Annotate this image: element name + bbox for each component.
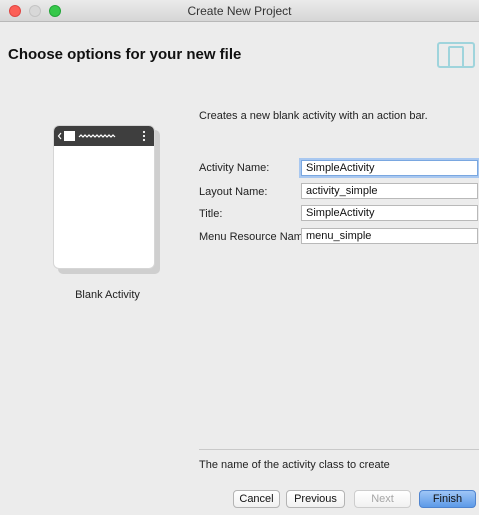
menu-resource-name-label: Menu Resource Name: <box>199 231 313 243</box>
template-preview[interactable] <box>54 126 154 268</box>
preview-action-bar <box>54 126 154 146</box>
next-button[interactable]: Next <box>354 490 411 508</box>
layout-name-label: Layout Name: <box>199 186 268 198</box>
title-input[interactable] <box>301 205 478 221</box>
window-title: Create New Project <box>187 4 292 18</box>
title-label: Title: <box>199 208 223 220</box>
field-help-text: The name of the activity class to create <box>199 459 390 471</box>
wizard-header: Choose options for your new file <box>0 22 479 92</box>
previous-button[interactable]: Previous <box>286 490 345 508</box>
template-name-label: Blank Activity <box>75 289 140 301</box>
window-titlebar: Create New Project <box>0 0 479 22</box>
cancel-button[interactable]: Cancel <box>233 490 280 508</box>
footer-divider <box>199 449 479 450</box>
activity-name-input[interactable] <box>301 160 478 176</box>
activity-name-label: Activity Name: <box>199 162 270 174</box>
layout-name-input[interactable] <box>301 183 478 199</box>
device-frame-icon <box>437 42 475 68</box>
menu-resource-name-input[interactable] <box>301 228 478 244</box>
page-title: Choose options for your new file <box>8 46 242 63</box>
template-description: Creates a new blank activity with an act… <box>199 110 428 122</box>
finish-button[interactable]: Finish <box>419 490 476 508</box>
